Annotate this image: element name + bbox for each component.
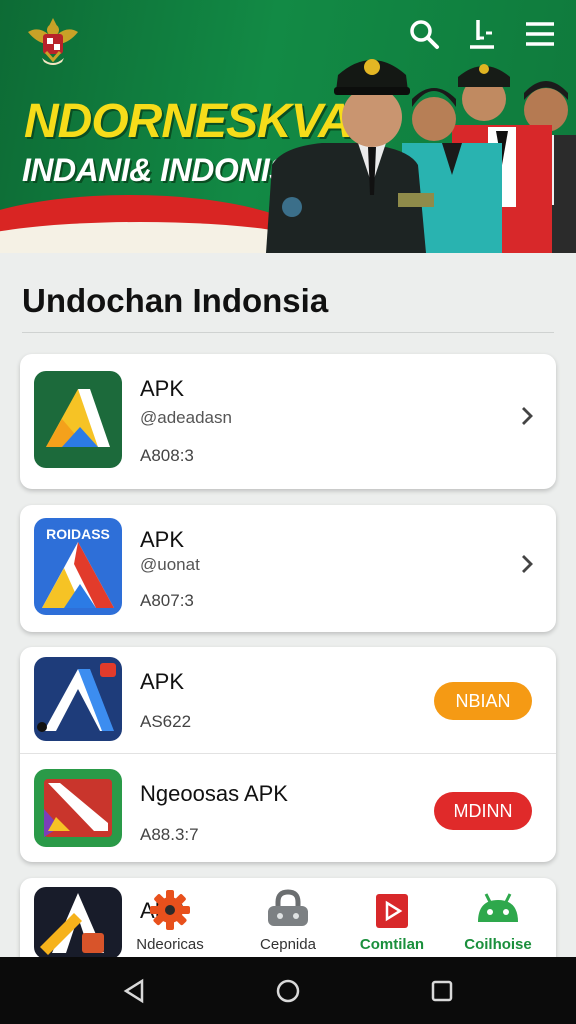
app-icon[interactable]: ROIDASS	[34, 518, 122, 615]
tab-comtilan[interactable]: Comtilan	[347, 888, 437, 953]
app-icon[interactable]	[34, 769, 122, 847]
header-banner: NDORNESKVA INDANI& INDONISIA	[0, 0, 576, 253]
app-icon[interactable]	[34, 371, 122, 468]
banner-people-illustration	[266, 59, 576, 253]
top-toolbar	[406, 16, 558, 52]
app-title: APK	[140, 527, 185, 552]
menu-icon[interactable]	[522, 16, 558, 52]
tab-label: Coilhoise	[464, 936, 532, 953]
lock-icon	[268, 889, 308, 926]
tab-coilhoise[interactable]: Coilhoise	[453, 888, 543, 953]
back-icon[interactable]	[120, 977, 148, 1005]
chevron-right-icon[interactable]	[518, 404, 536, 428]
android-icon	[478, 893, 518, 922]
section-title: Undochan Indonsia	[22, 282, 329, 319]
tab-cepnida[interactable]: Cepnida	[243, 888, 333, 953]
chevron-right-icon[interactable]	[518, 552, 536, 576]
install-button[interactable]: MDINN	[434, 792, 532, 830]
app-subtitle: @uonat	[140, 555, 200, 574]
tab-label: Comtilan	[359, 936, 425, 953]
app-title: APK	[140, 669, 185, 694]
download-icon[interactable]	[464, 16, 500, 52]
app-version: A88.3:7	[140, 825, 199, 844]
search-icon[interactable]	[406, 16, 442, 52]
section-divider	[22, 332, 554, 333]
emblem-icon[interactable]	[24, 14, 82, 70]
app-title: Ngeoosas APK	[140, 781, 288, 806]
app-version: A807:3	[140, 591, 194, 610]
app-version: A808:3	[140, 446, 194, 465]
gear-icon	[150, 890, 190, 930]
tab-ndeoricas[interactable]: Ndeoricas	[125, 888, 215, 953]
play-icon	[376, 894, 408, 928]
app-card-group: APK AS622 NBIAN Ngeoosas APK A88.3:7 MDI…	[20, 647, 556, 862]
home-icon[interactable]	[274, 977, 302, 1005]
app-icon-label: ROIDASS	[46, 526, 110, 542]
app-version: AS622	[140, 712, 192, 731]
app-title: APK	[140, 376, 185, 401]
tab-label: Ndeoricas	[136, 936, 204, 953]
system-nav-bar	[0, 957, 576, 1024]
recents-icon[interactable]	[428, 977, 456, 1005]
app-icon[interactable]	[34, 657, 122, 741]
tab-label: Cepnida	[260, 936, 316, 953]
install-button[interactable]: NBIAN	[434, 682, 532, 720]
app-card[interactable]: APK @adeadasn A808:3	[20, 354, 556, 489]
app-subtitle: @adeadasn	[140, 408, 232, 427]
app-icon[interactable]	[34, 887, 122, 959]
row-divider	[20, 753, 556, 754]
app-card[interactable]: ROIDASS APK @uonat A807:3	[20, 505, 556, 632]
